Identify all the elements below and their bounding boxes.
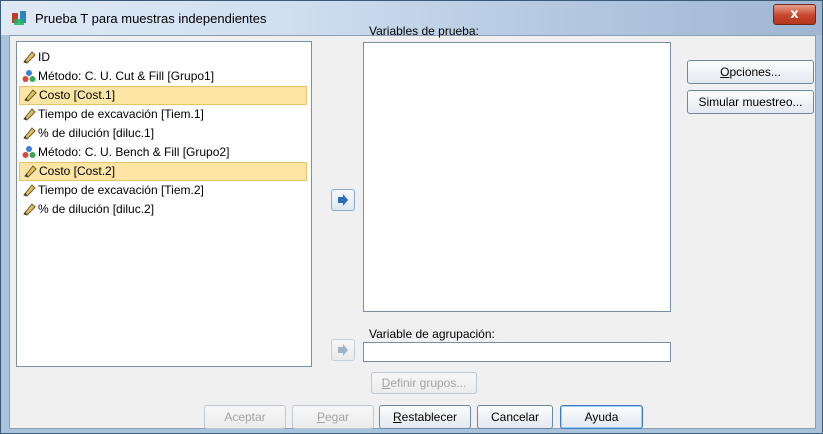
paste-button[interactable]: Pegar [292,405,374,429]
scale-icon [21,126,37,140]
source-variable-item[interactable]: Método: C. U. Cut & Fill [Grupo1] [19,67,307,86]
help-button[interactable]: Ayuda [560,405,643,429]
source-variable-label: Costo [Cost.2] [39,164,116,178]
source-variable-item[interactable]: Costo [Cost.1] [19,86,307,105]
close-button[interactable]: x [773,4,816,25]
bootstrap-button[interactable]: Simular muestreo... [687,90,814,114]
source-variable-label: Costo [Cost.1] [39,88,116,102]
reset-button[interactable]: Restablecer [379,405,471,429]
spss-dialog-icon [12,11,26,25]
source-variable-label: Método: C. U. Cut & Fill [Grupo1] [38,69,215,83]
source-variable-item[interactable]: Tiempo de excavación [Tiem.1] [19,105,307,124]
nominal-icon [21,69,37,83]
grouping-variable-label: Variable de agrupación: [369,327,495,341]
cancel-button[interactable]: Cancelar [477,405,553,429]
source-variable-item[interactable]: % de dilución [diluc.1] [19,124,307,143]
scale-icon [21,107,37,121]
source-variable-label: % de dilución [diluc.1] [38,126,155,140]
source-variable-list[interactable]: ID Método: C. U. Cut & Fill [Grupo1] Costo… [16,41,312,367]
window-title: Prueba T para muestras independientes [35,11,267,26]
test-variables-list[interactable] [363,42,671,312]
scale-icon [22,164,38,178]
bootstrap-button-label: Simular muestreo... [698,95,803,109]
source-variable-item[interactable]: Método: C. U. Bench & Fill [Grupo2] [19,143,307,162]
source-variable-label: Método: C. U. Bench & Fill [Grupo2] [38,145,230,159]
reset-button-label: Restablecer [392,410,458,424]
move-to-test-variables-button[interactable] [331,189,355,211]
source-variable-label: Tiempo de excavación [Tiem.2] [38,183,204,197]
nominal-icon [21,145,37,159]
options-button[interactable]: Opciones... [687,60,814,84]
source-variable-item[interactable]: % de dilución [diluc.2] [19,200,307,219]
options-button-label: Opciones... [720,65,781,79]
source-variable-label: % de dilución [diluc.2] [38,202,155,216]
source-variable-label: Tiempo de excavación [Tiem.1] [38,107,204,121]
paste-button-label: Pegar [316,410,350,424]
help-button-label: Ayuda [584,410,619,424]
scale-icon [21,50,37,64]
cancel-button-label: Cancelar [490,410,540,424]
define-groups-label: Definir grupos... [381,376,467,390]
arrow-right-icon [338,194,348,206]
close-icon: x [790,7,799,22]
scale-icon [21,183,37,197]
ok-button-label: Aceptar [224,410,266,424]
scale-icon [22,88,38,102]
test-variables-label: Variables de prueba: [369,24,479,38]
dialog-window: Prueba T para muestras independientes x … [0,0,823,434]
grouping-variable-field[interactable] [363,342,671,362]
scale-icon [21,202,37,216]
source-variable-item[interactable]: ID [19,48,307,67]
move-to-grouping-variable-button[interactable] [331,339,355,361]
arrow-right-icon [338,344,348,356]
ok-button[interactable]: Aceptar [204,405,286,429]
source-variable-item[interactable]: Costo [Cost.2] [19,162,307,181]
source-variable-label: ID [38,50,50,64]
define-groups-button[interactable]: Definir grupos... [371,372,477,394]
source-variable-item[interactable]: Tiempo de excavación [Tiem.2] [19,181,307,200]
